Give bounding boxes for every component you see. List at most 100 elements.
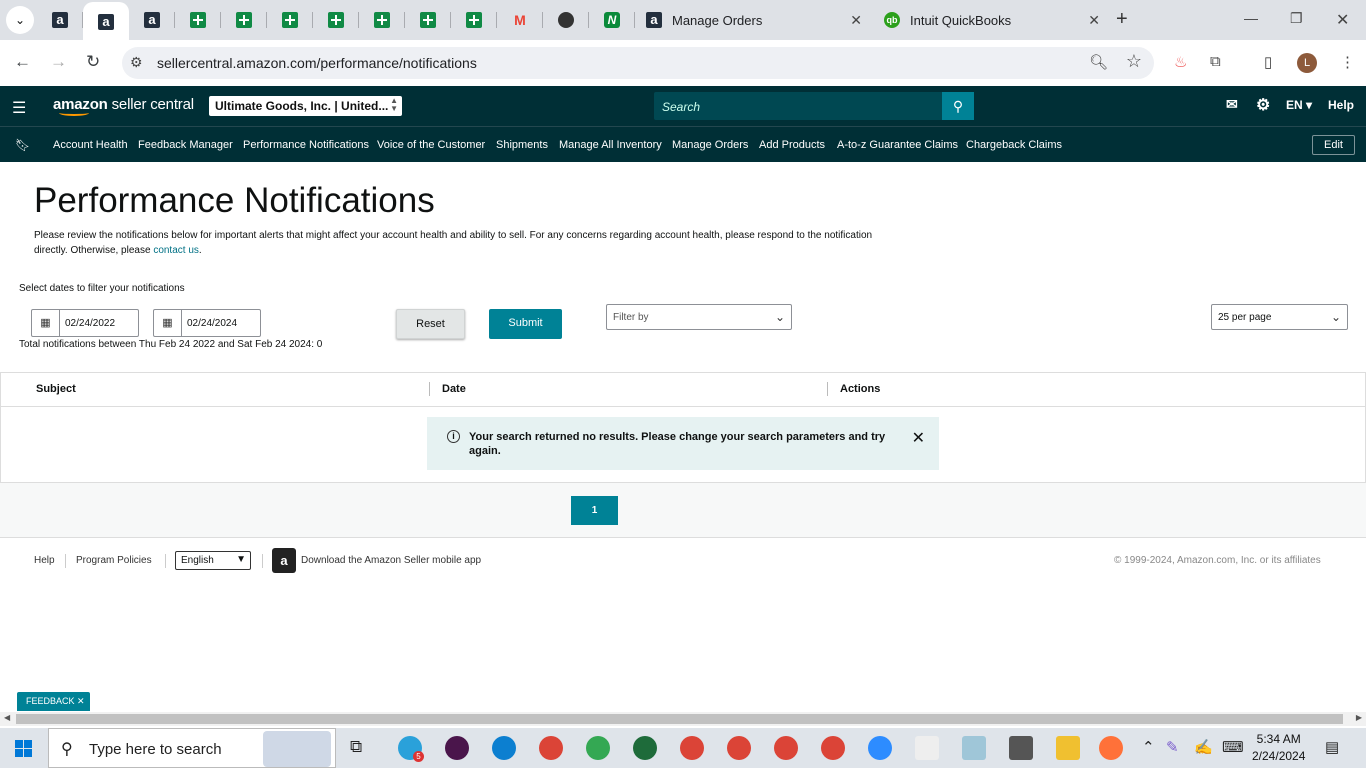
chrome-icon[interactable] — [680, 736, 704, 760]
calculator-icon[interactable] — [1009, 736, 1033, 760]
feedback-button[interactable]: FEEDBACK ✕ — [17, 692, 90, 711]
reload-icon[interactable]: ↻ — [86, 52, 100, 72]
footer-help-link[interactable]: Help — [34, 555, 55, 566]
settings-gear-icon[interactable]: ⚙ — [1256, 95, 1270, 115]
mail-icon[interactable]: ✉ — [1226, 96, 1238, 113]
edit-nav-button[interactable]: Edit — [1312, 135, 1355, 155]
app-chart-icon[interactable] — [915, 736, 939, 760]
search-input[interactable]: Search — [654, 92, 942, 120]
restore-icon[interactable]: ❐ — [1290, 10, 1303, 27]
task-view-icon[interactable]: ⧉ — [350, 737, 362, 757]
notifications-icon[interactable]: ▤ — [1325, 738, 1339, 756]
chrome-icon[interactable] — [539, 736, 563, 760]
pinned-tab-n[interactable]: N — [589, 0, 635, 40]
extension-fire-icon[interactable]: ♨ — [1174, 53, 1187, 71]
account-switcher[interactable]: Ultimate Goods, Inc. | United... ▲ ▼ — [209, 96, 402, 116]
close-window-icon[interactable]: ✕ — [1336, 10, 1349, 30]
nav-voice-of-customer[interactable]: Voice of the Customer — [377, 139, 485, 151]
bookmark-star-icon[interactable]: ☆ — [1126, 51, 1142, 72]
chrome-icon[interactable] — [821, 736, 845, 760]
extensions-puzzle-icon[interactable]: ⧉ — [1210, 53, 1221, 70]
telegram-icon[interactable]: 5 — [398, 736, 424, 762]
end-date-field[interactable]: ▦ 02/24/2024 — [153, 309, 261, 337]
pinned-tab-amazon-active[interactable]: a — [83, 2, 129, 42]
chrome-icon[interactable] — [727, 736, 751, 760]
side-panel-icon[interactable]: ▯ — [1264, 53, 1272, 71]
scroll-left-icon[interactable]: ◀ — [4, 713, 10, 722]
ink-icon[interactable]: ✍ — [1194, 738, 1213, 756]
submit-button[interactable]: Submit — [489, 309, 562, 339]
footer-policies-link[interactable]: Program Policies — [76, 555, 152, 566]
pinned-tab-gmail[interactable]: M — [497, 0, 543, 40]
windows-start-icon[interactable] — [15, 740, 32, 757]
pinned-tab-sheet[interactable] — [451, 0, 497, 40]
close-tab-icon[interactable]: ✕ — [1088, 12, 1100, 29]
close-tab-icon[interactable]: ✕ — [850, 12, 862, 29]
zoom-icon[interactable]: 🔍︎ — [1089, 53, 1108, 71]
pinned-tab-sheet[interactable] — [313, 0, 359, 40]
scroll-right-icon[interactable]: ▶ — [1356, 713, 1362, 722]
new-tab-icon[interactable]: + — [1116, 8, 1128, 31]
pinned-tab-sheet[interactable] — [405, 0, 451, 40]
download-app-link[interactable]: Download the Amazon Seller mobile app — [301, 555, 481, 566]
nav-manage-orders[interactable]: Manage Orders — [672, 139, 748, 151]
site-settings-icon[interactable]: ⚙ — [130, 54, 143, 71]
notepad-icon[interactable] — [962, 736, 986, 760]
close-icon[interactable]: ✕ — [77, 696, 85, 706]
calendar-icon[interactable]: ▦ — [32, 310, 60, 336]
search-button[interactable]: ⚲ — [942, 92, 974, 120]
chrome-icon[interactable] — [633, 736, 657, 760]
close-alert-icon[interactable]: ✕ — [912, 428, 925, 448]
taskbar-search[interactable]: ⚲ Type here to search — [48, 728, 336, 768]
help-link[interactable]: Help — [1328, 98, 1354, 112]
hamburger-menu-icon[interactable]: ☰ — [12, 98, 26, 118]
nav-manage-inventory[interactable]: Manage All Inventory — [559, 139, 662, 151]
pinned-tab-sheet[interactable] — [221, 0, 267, 40]
page-1-button[interactable]: 1 — [571, 496, 618, 525]
scrollbar-thumb[interactable] — [16, 714, 1343, 724]
profile-avatar[interactable]: L — [1297, 53, 1317, 73]
pinned-tab-sheet[interactable] — [359, 0, 405, 40]
amazon-seller-central-logo[interactable]: amazon seller central — [53, 96, 194, 116]
pinned-tab-sheet[interactable] — [267, 0, 313, 40]
firefox-icon[interactable] — [1099, 736, 1123, 760]
nav-feedback-manager[interactable]: Feedback Manager — [138, 139, 233, 151]
keyboard-icon[interactable]: ⌨ — [1222, 738, 1244, 756]
url-field[interactable]: ⚙ sellercentral.amazon.com/performance/n… — [122, 47, 1154, 79]
tray-chevron-up-icon[interactable]: ⌃ — [1142, 738, 1155, 756]
per-page-select[interactable]: 25 per page ⌄ — [1211, 304, 1348, 330]
amazon-app-icon[interactable]: a — [272, 548, 296, 573]
tab-search-chevron-icon[interactable]: ⌄ — [6, 6, 34, 34]
nav-shipments[interactable]: Shipments — [496, 139, 548, 151]
start-date-field[interactable]: ▦ 02/24/2022 — [31, 309, 139, 337]
chrome-icon[interactable] — [586, 736, 610, 760]
pinned-tab-app[interactable] — [543, 0, 589, 40]
contact-us-link[interactable]: contact us — [153, 245, 199, 256]
pinned-tab-sheet[interactable] — [175, 0, 221, 40]
slack-icon[interactable] — [445, 736, 469, 760]
horizontal-scrollbar[interactable]: ◀ ▶ — [0, 712, 1366, 726]
forward-icon[interactable]: → — [50, 52, 67, 72]
footer-language-select[interactable]: English ▼ — [175, 551, 251, 570]
nav-atoz-claims[interactable]: A-to-z Guarantee Claims — [837, 139, 958, 151]
url-text[interactable]: sellercentral.amazon.com/performance/not… — [157, 55, 477, 71]
zoom-app-icon[interactable] — [868, 736, 892, 760]
pinned-tab-amazon[interactable]: a — [37, 0, 83, 40]
edge-icon[interactable] — [492, 736, 516, 760]
language-selector[interactable]: EN ▾ — [1286, 98, 1312, 112]
system-clock[interactable]: 5:34 AM 2/24/2024 — [1252, 731, 1305, 765]
back-icon[interactable]: ← — [14, 52, 31, 72]
tab-quickbooks[interactable]: qb Intuit QuickBooks ✕ — [874, 0, 1110, 40]
file-explorer-icon[interactable] — [1056, 736, 1080, 760]
minimize-icon[interactable]: — — [1244, 10, 1258, 26]
chrome-icon[interactable] — [774, 736, 798, 760]
filter-by-select[interactable]: Filter by ⌄ — [606, 304, 792, 330]
pen-icon[interactable]: ✎ — [1166, 738, 1179, 756]
calendar-icon[interactable]: ▦ — [154, 310, 182, 336]
reset-button[interactable]: Reset — [396, 309, 465, 339]
bookmark-icon[interactable]: 🔖︎ — [15, 138, 30, 152]
browser-menu-icon[interactable]: ⋮ — [1340, 53, 1355, 71]
tab-manage-orders[interactable]: a Manage Orders ✕ — [636, 0, 872, 40]
pinned-tab-amazon[interactable]: a — [129, 0, 175, 40]
nav-chargeback-claims[interactable]: Chargeback Claims — [966, 139, 1062, 151]
